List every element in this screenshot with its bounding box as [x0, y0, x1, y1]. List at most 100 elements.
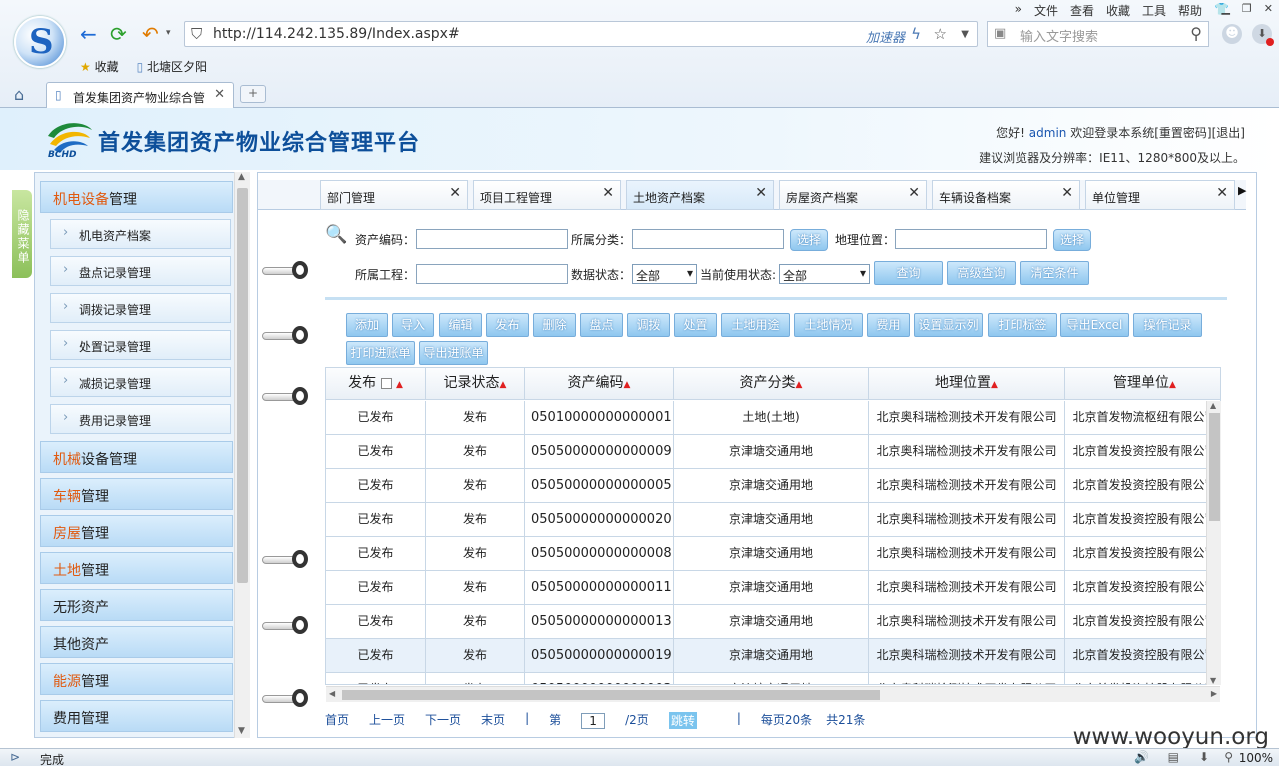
undo-icon[interactable]: ↶ — [142, 22, 159, 46]
tab-scroll-right-icon[interactable]: ▶ — [1238, 184, 1246, 197]
print-receipt-button[interactable]: 打印进账单 — [346, 341, 415, 365]
menu-file[interactable]: 文件 — [1034, 2, 1058, 18]
cell-record-status[interactable]: 发布 — [426, 401, 525, 435]
publish-button[interactable]: 发布 — [486, 313, 529, 337]
scroll-down-icon[interactable]: ▼ — [238, 726, 245, 736]
cell-record-status[interactable]: 发布 — [426, 537, 525, 571]
sidebar-cat-building[interactable]: 房屋管理 — [40, 515, 233, 547]
browser-logo-icon[interactable]: S — [14, 16, 66, 68]
address-bar[interactable]: ⛉ http://114.242.135.89/Index.aspx# 加速器 … — [184, 21, 978, 47]
grid-vertical-scrollbar[interactable]: ▲ ▼ — [1206, 401, 1221, 685]
refresh-icon[interactable]: ⟳ — [110, 22, 127, 46]
minimize-icon[interactable]: ▁ — [1221, 2, 1229, 15]
close-icon[interactable]: ✕ — [1061, 185, 1073, 201]
set-columns-button[interactable]: 设置显示列 — [914, 313, 983, 337]
scroll-up-icon[interactable]: ▲ — [238, 172, 245, 182]
project-input[interactable] — [416, 264, 568, 284]
cell-management-unit[interactable]: 北京首发投资控股有限公司 — [1065, 435, 1220, 469]
expense-button[interactable]: 费用 — [867, 313, 910, 337]
cell-asset-code[interactable]: 05050000000000003 — [525, 673, 674, 684]
import-button[interactable]: 导入 — [392, 313, 434, 337]
cell-publish[interactable]: 已发布 — [326, 401, 426, 435]
address-dropdown-icon[interactable]: ▼ — [961, 29, 969, 40]
close-window-icon[interactable]: ✕ — [1264, 2, 1273, 15]
cell-publish[interactable]: 已发布 — [326, 537, 426, 571]
home-icon[interactable]: ⌂ — [14, 85, 24, 104]
cell-asset-code[interactable]: 05050000000000020 — [525, 503, 674, 537]
sidebar-cat-intangible[interactable]: 无形资产 — [40, 589, 233, 621]
jump-button[interactable]: 跳转 — [668, 712, 697, 729]
sidebar-cat-machinery[interactable]: 机械设备管理 — [40, 441, 233, 473]
cell-publish[interactable]: 已发布 — [326, 435, 426, 469]
tab-vehicle-archive[interactable]: 车辆设备档案 ✕ — [932, 180, 1080, 210]
scrollbar-thumb[interactable] — [342, 690, 880, 700]
last-page-link[interactable]: 末页 — [481, 711, 505, 729]
col-publish[interactable]: 发布 ▲ — [326, 368, 426, 400]
location-input[interactable] — [895, 229, 1047, 249]
land-use-button[interactable]: 土地用途 — [721, 313, 790, 337]
cell-asset-category[interactable]: 土地(土地) — [674, 401, 869, 435]
export-excel-button[interactable]: 导出Excel — [1060, 313, 1129, 337]
cell-asset-category[interactable]: 京津塘交通用地 — [674, 435, 869, 469]
transfer-button[interactable]: 调拨 — [627, 313, 670, 337]
select-all-checkbox[interactable] — [380, 377, 392, 389]
sidebar-item-asset-archive[interactable]: 机电资产档案 — [50, 219, 231, 249]
cell-record-status[interactable]: 发布 — [426, 503, 525, 537]
close-icon[interactable]: ✕ — [1216, 185, 1228, 201]
cell-record-status[interactable]: 发布 — [426, 639, 525, 673]
cell-record-status[interactable]: 发布 — [426, 605, 525, 639]
print-label-button[interactable]: 打印标签 — [988, 313, 1057, 337]
undo-dropdown-icon[interactable]: ▾ — [166, 28, 171, 38]
scrollbar-thumb[interactable] — [1209, 413, 1220, 521]
zoom-icon[interactable]: ⚲ — [1224, 750, 1233, 764]
asset-code-input[interactable] — [416, 229, 568, 249]
cell-location[interactable]: 北京奥科瑞检测技术开发有限公司 — [869, 537, 1065, 571]
tab-department[interactable]: 部门管理 ✕ — [320, 180, 468, 210]
new-tab-button[interactable]: + — [240, 85, 266, 103]
sort-arrow-icon[interactable]: ▲ — [624, 380, 631, 390]
sidebar-cat-vehicle[interactable]: 车辆管理 — [40, 478, 233, 510]
sidebar-toggle-icon[interactable]: ⊳ — [10, 750, 20, 764]
operation-log-button[interactable]: 操作记录 — [1133, 313, 1202, 337]
cell-asset-category[interactable]: 京津塘交通用地 — [674, 639, 869, 673]
cell-asset-category[interactable]: 京津塘交通用地 — [674, 469, 869, 503]
tab-building-archive[interactable]: 房屋资产档案 ✕ — [779, 180, 927, 210]
close-icon[interactable]: ✕ — [449, 185, 461, 201]
cell-location[interactable]: 北京奥科瑞检测技术开发有限公司 — [869, 401, 1065, 435]
cell-record-status[interactable]: 发布 — [426, 435, 525, 469]
sidebar-item-inventory[interactable]: 盘点记录管理 — [50, 256, 231, 286]
tab-land-archive[interactable]: 土地资产档案 ✕ — [626, 180, 774, 210]
sidebar-cat-energy[interactable]: 能源管理 — [40, 663, 233, 695]
briefcase-icon[interactable]: ▤ — [1168, 750, 1179, 764]
cell-asset-code[interactable]: 05010000000000001 — [525, 401, 674, 435]
scroll-right-icon[interactable]: ▶ — [1211, 689, 1217, 698]
page-number-input[interactable]: 1 — [581, 712, 606, 729]
username[interactable]: admin — [1029, 126, 1067, 140]
cell-asset-code[interactable]: 05050000000000005 — [525, 469, 674, 503]
sort-arrow-icon[interactable]: ▲ — [500, 380, 507, 390]
advanced-query-button[interactable]: 高级查询 — [947, 261, 1016, 285]
sort-arrow-icon[interactable]: ▲ — [991, 380, 998, 390]
sidebar-item-transfer[interactable]: 调拨记录管理 — [50, 293, 231, 323]
menu-view[interactable]: 查看 — [1070, 2, 1094, 18]
col-record-status[interactable]: 记录状态▲ — [426, 368, 525, 400]
cell-record-status[interactable]: 发布 — [426, 571, 525, 605]
cell-record-status[interactable]: 发布 — [426, 469, 525, 503]
cell-asset-code[interactable]: 05050000000000011 — [525, 571, 674, 605]
sidebar-item-loss[interactable]: 减损记录管理 — [50, 367, 231, 397]
star-icon[interactable]: ☆ — [934, 25, 947, 43]
favorites-link[interactable]: ★ 收藏 — [80, 58, 119, 75]
add-button[interactable]: 添加 — [346, 313, 388, 337]
search-placeholder[interactable]: 输入文字搜索 — [1020, 26, 1098, 45]
tab-unit[interactable]: 单位管理 ✕ — [1085, 180, 1235, 210]
cell-management-unit[interactable]: 北京首发投资控股有限公司 — [1065, 571, 1220, 605]
sort-arrow-icon[interactable]: ▲ — [796, 380, 803, 390]
col-management-unit[interactable]: 管理单位▲ — [1065, 368, 1220, 400]
cell-location[interactable]: 北京奥科瑞检测技术开发有限公司 — [869, 673, 1065, 684]
edit-button[interactable]: 编辑 — [439, 313, 482, 337]
cell-asset-category[interactable]: 京津塘交通用地 — [674, 673, 869, 684]
delete-button[interactable]: 删除 — [533, 313, 576, 337]
cell-publish[interactable]: 已发布 — [326, 605, 426, 639]
cell-location[interactable]: 北京奥科瑞检测技术开发有限公司 — [869, 435, 1065, 469]
first-page-link[interactable]: 首页 — [325, 711, 349, 729]
